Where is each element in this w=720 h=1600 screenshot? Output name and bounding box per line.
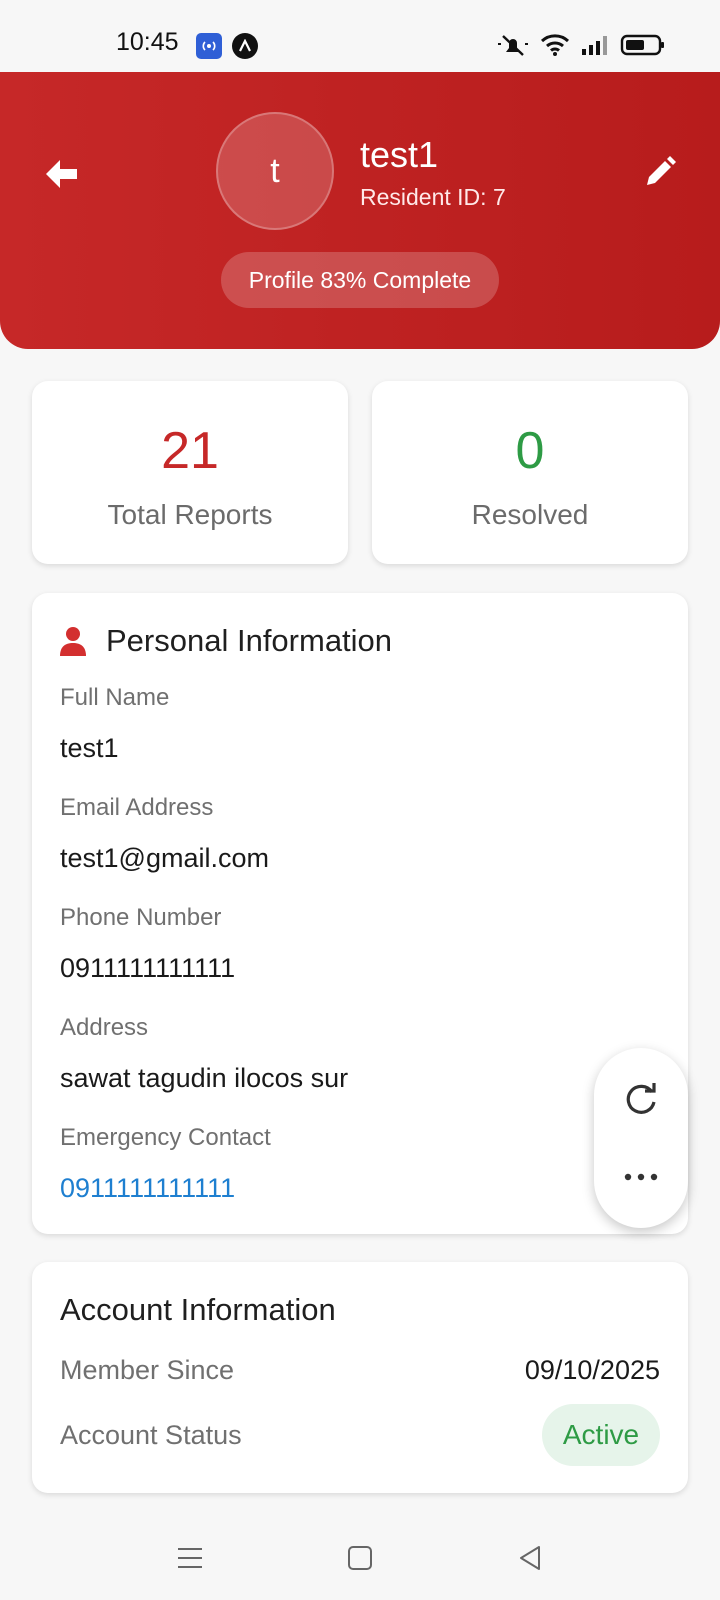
address-value: sawat tagudin ilocos sur — [60, 1063, 349, 1093]
home-nav-button[interactable] — [330, 1530, 390, 1590]
avatar: t — [216, 112, 334, 230]
user-name: test1 — [360, 134, 439, 175]
more-button[interactable] — [617, 1158, 665, 1198]
signal-icon — [580, 33, 610, 62]
full-name-label: Full Name — [60, 684, 170, 711]
emergency-contact-link[interactable]: 0911111111111 — [60, 1173, 235, 1204]
account-info-title: Account Information — [60, 1292, 336, 1327]
edit-profile-button[interactable] — [638, 152, 682, 196]
account-status-label: Account Status — [60, 1420, 242, 1450]
personal-info-title: Personal Information — [106, 623, 393, 658]
status-badge: Active — [542, 1404, 660, 1466]
radio-broadcast-icon — [196, 33, 222, 59]
wifi-icon — [540, 33, 570, 62]
resolved-label: Resolved — [471, 499, 589, 530]
address-label: Address — [60, 1014, 149, 1041]
emergency-contact-label: Emergency Contact — [60, 1124, 271, 1151]
profile-completion-chip: Profile 83% Complete — [221, 252, 499, 308]
status-time: 10:45 — [116, 28, 179, 56]
person-icon — [58, 625, 88, 657]
avatar-initial: t — [270, 151, 280, 190]
pencil-icon — [643, 155, 677, 194]
back-triangle-icon — [517, 1544, 543, 1577]
status-icons — [496, 32, 666, 63]
email-value: test1@gmail.com — [60, 843, 269, 873]
total-reports-label: Total Reports — [107, 499, 273, 530]
a-logo-icon — [232, 33, 258, 59]
mute-icon — [496, 32, 530, 63]
menu-icon — [176, 1546, 204, 1575]
member-since-label: Member Since — [60, 1355, 235, 1385]
home-square-icon — [347, 1545, 373, 1576]
refresh-icon — [621, 1080, 661, 1125]
total-reports-card[interactable]: 21 Total Reports — [32, 381, 348, 564]
back-button[interactable] — [40, 154, 84, 198]
resolved-value: 0 — [515, 422, 545, 480]
resident-id: Resident ID: 7 — [360, 184, 506, 210]
profile-header: t test1 Resident ID: 7 Profile 83% Compl… — [0, 72, 720, 349]
status-bar: 10:45 — [0, 0, 720, 72]
more-horizontal-icon — [623, 1169, 659, 1187]
battery-icon — [620, 33, 666, 62]
phone-label: Phone Number — [60, 904, 222, 931]
arrow-left-icon — [44, 158, 80, 195]
full-name-value: test1 — [60, 733, 119, 763]
back-nav-button[interactable] — [500, 1530, 560, 1590]
refresh-button[interactable] — [617, 1078, 665, 1126]
phone-value: 0911111111111 — [60, 953, 236, 983]
menu-nav-button[interactable] — [160, 1530, 220, 1590]
system-nav-bar — [0, 1520, 720, 1600]
email-label: Email Address — [60, 794, 214, 821]
resolved-card[interactable]: 0 Resolved — [372, 381, 688, 564]
floating-action-panel — [594, 1048, 688, 1228]
account-info-card: Account Information Member Since 09/10/2… — [32, 1262, 688, 1493]
member-since-value: 09/10/2025 — [524, 1355, 660, 1385]
total-reports-value: 21 — [161, 422, 219, 480]
personal-info-card: Personal Information Full Name test1 Ema… — [32, 593, 688, 1234]
